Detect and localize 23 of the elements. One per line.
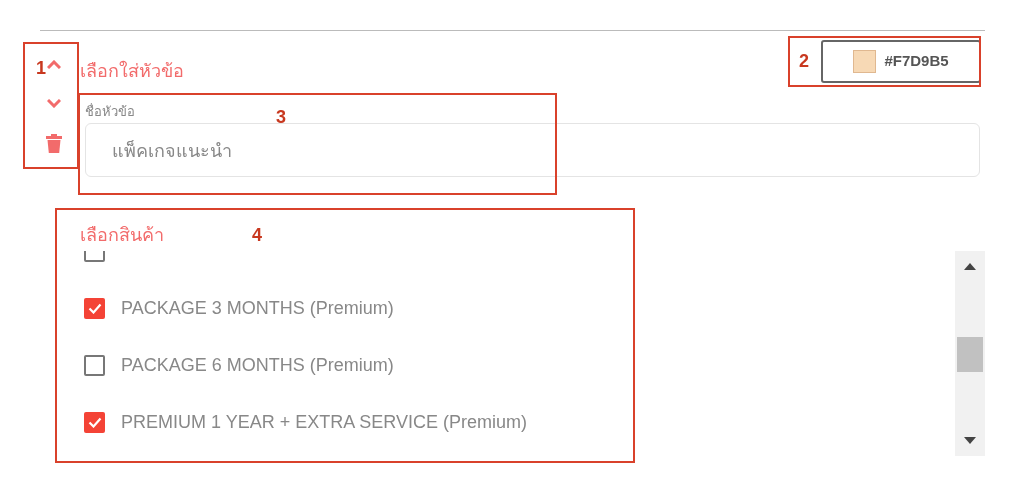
checkbox[interactable] [84, 355, 105, 376]
products-title: เลือกสินค้า [80, 224, 164, 247]
product-label: PACKAGE 3 MONTHS (Premium) [121, 297, 394, 320]
scroll-down-icon[interactable] [964, 436, 976, 444]
section-title: เลือกใส่หัวข้อ [80, 59, 184, 83]
callout-number: 4 [252, 225, 262, 245]
field-label: ชื่อหัวข้อ [85, 103, 135, 121]
checkbox[interactable] [84, 412, 105, 433]
checkbox[interactable] [84, 298, 105, 319]
chevron-up-icon[interactable] [47, 60, 61, 69]
callout-number: 1 [36, 58, 46, 78]
callout-number: 2 [799, 51, 809, 71]
product-label: PACKAGE 6 MONTHS (Premium) [121, 354, 394, 377]
color-picker-button[interactable]: #F7D9B5 [821, 40, 981, 83]
chevron-down-icon[interactable] [47, 99, 61, 108]
check-icon [87, 417, 102, 428]
trash-icon[interactable] [46, 134, 62, 153]
scroll-up-icon[interactable] [964, 263, 976, 271]
scrollbar-thumb[interactable] [957, 337, 983, 372]
scrollbar[interactable] [955, 251, 985, 456]
product-label: PREMIUM 1 YEAR + EXTRA SERVICE (Premium) [121, 411, 527, 434]
check-icon [87, 303, 102, 314]
topic-name-input[interactable]: แพ็คเกจแนะนำ [85, 123, 980, 177]
